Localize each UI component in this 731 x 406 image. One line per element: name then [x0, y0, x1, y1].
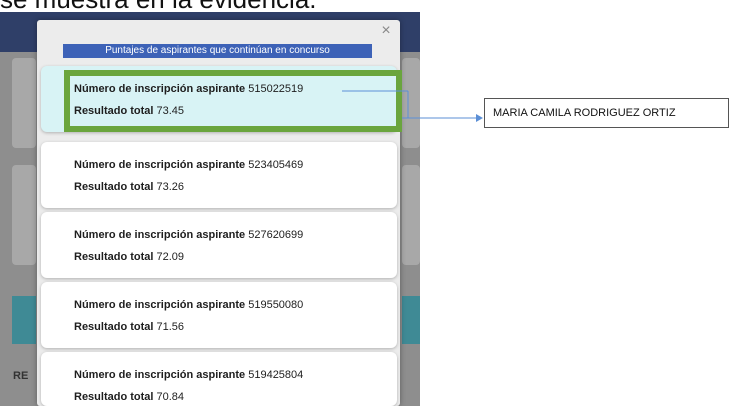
- connector-arrow: [342, 90, 483, 122]
- candidate-name-label: MARIA CAMILA RODRIGUEZ ORTIZ: [484, 98, 729, 128]
- arrowhead-icon: [476, 114, 483, 122]
